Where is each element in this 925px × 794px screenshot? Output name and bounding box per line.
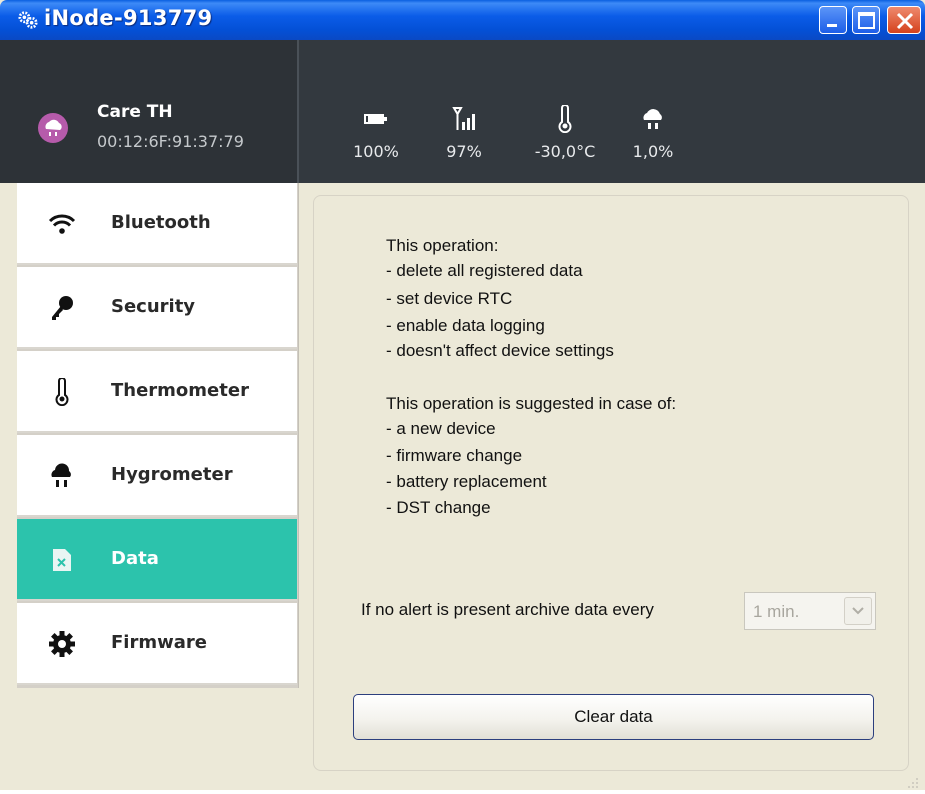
archive-interval-label: If no alert is present archive data ever…	[361, 600, 654, 619]
sidebar-item-thermometer[interactable]: Thermometer	[17, 351, 297, 433]
info-line: - enable data logging	[386, 316, 545, 335]
info-line: - delete all registered data	[386, 261, 583, 280]
clear-data-button[interactable]: Clear data	[353, 694, 874, 740]
sidebar-item-label: Thermometer	[111, 380, 249, 401]
resize-grip-icon[interactable]	[906, 776, 920, 790]
info-line: - battery replacement	[386, 472, 547, 491]
info-line: - firmware change	[386, 446, 523, 465]
info-line: This operation is suggested in case of:	[386, 394, 677, 413]
app-gears-icon	[18, 11, 38, 29]
thermometer-icon	[55, 378, 69, 406]
info-line: This operation:	[386, 236, 499, 255]
info-line: - DST change	[386, 498, 491, 517]
info-line: - doesn't affect device settings	[386, 341, 614, 360]
humidity-status: 1,0%	[613, 104, 693, 161]
device-header: Care TH 00:12:6F:91:37:79 100% 97% -30,0…	[0, 40, 925, 183]
archive-interval-select[interactable]: 1 min.	[744, 592, 876, 630]
temperature-status: -30,0°C	[525, 104, 605, 161]
dropdown-arrow[interactable]	[844, 597, 872, 625]
sidebar-item-firmware[interactable]: Firmware	[17, 603, 297, 685]
signal-value: 97%	[446, 142, 482, 161]
battery-status: 100%	[336, 104, 416, 161]
signal-status: 97%	[424, 104, 504, 161]
gear-icon	[49, 631, 75, 657]
window-title: iNode-913779	[44, 6, 213, 30]
close-icon	[896, 12, 914, 30]
sidebar-item-label: Bluetooth	[111, 212, 211, 233]
sidebar-item-security[interactable]: Security	[17, 267, 297, 349]
humidity-value: 1,0%	[632, 142, 674, 161]
thermometer-icon	[558, 105, 572, 133]
file-icon	[53, 549, 71, 571]
sidebar-item-bluetooth[interactable]: Bluetooth	[17, 183, 297, 265]
info-line: - a new device	[386, 419, 496, 438]
device-mac: 00:12:6F:91:37:79	[97, 132, 244, 151]
title-bar[interactable]: iNode-913779	[0, 0, 925, 40]
close-button[interactable]	[887, 6, 921, 34]
sidebar: Bluetooth Security Thermometer Hygromete…	[17, 183, 299, 688]
sidebar-item-label: Hygrometer	[111, 464, 233, 485]
wifi-icon	[48, 214, 76, 234]
chevron-down-icon	[852, 607, 864, 615]
sidebar-item-label: Data	[111, 548, 159, 569]
cloud-rain-icon	[51, 463, 71, 487]
battery-value: 100%	[353, 142, 399, 161]
humidity-icon	[643, 109, 662, 129]
device-avatar	[38, 113, 68, 143]
key-icon	[52, 296, 73, 320]
archive-interval-value: 1 min.	[753, 602, 800, 621]
device-name: Care TH	[97, 102, 173, 122]
sidebar-item-data[interactable]: Data	[17, 519, 297, 601]
info-line: - set device RTC	[386, 289, 513, 308]
maximize-button[interactable]	[852, 6, 880, 34]
cloud-icon	[45, 119, 62, 136]
battery-icon	[364, 114, 387, 124]
sidebar-item-hygrometer[interactable]: Hygrometer	[17, 435, 297, 517]
sidebar-item-label: Security	[111, 296, 196, 317]
maximize-icon	[858, 12, 875, 29]
minimize-button[interactable]	[819, 6, 847, 34]
sidebar-item-label: Firmware	[111, 632, 207, 653]
device-info: Care TH 00:12:6F:91:37:79	[0, 40, 299, 183]
signal-icon	[452, 107, 475, 130]
window-bottom-edge	[0, 790, 925, 794]
temperature-value: -30,0°C	[534, 142, 596, 161]
minimize-icon	[827, 24, 837, 27]
